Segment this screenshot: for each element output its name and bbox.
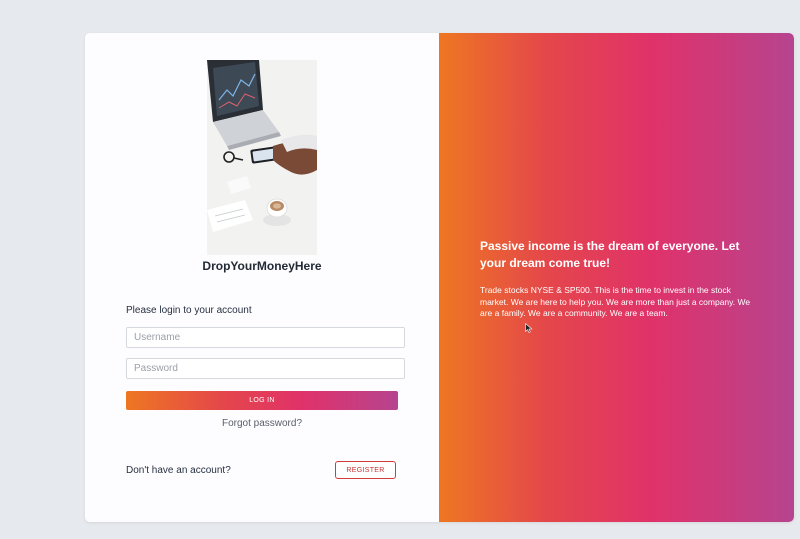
login-prompt: Please login to your account bbox=[126, 305, 252, 316]
register-prompt: Don't have an account? bbox=[126, 465, 231, 476]
mouse-pointer-icon bbox=[525, 320, 533, 333]
promo-body: Trade stocks NYSE & SP500. This is the t… bbox=[480, 285, 751, 318]
brand-name: DropYourMoneyHere bbox=[202, 259, 322, 273]
register-button[interactable]: REGISTER bbox=[335, 461, 396, 479]
login-panel: DropYourMoneyHere Please login to your a… bbox=[85, 33, 439, 522]
username-input[interactable] bbox=[126, 327, 405, 348]
hero-image bbox=[207, 60, 317, 255]
forgot-password-link[interactable]: Forgot password? bbox=[85, 418, 439, 429]
promo-headline: Passive income is the dream of everyone.… bbox=[480, 239, 740, 270]
login-button[interactable]: LOG IN bbox=[126, 391, 398, 410]
password-input[interactable] bbox=[126, 358, 405, 379]
login-card: DropYourMoneyHere Please login to your a… bbox=[85, 33, 794, 522]
promo-panel: Passive income is the dream of everyone.… bbox=[439, 33, 794, 522]
